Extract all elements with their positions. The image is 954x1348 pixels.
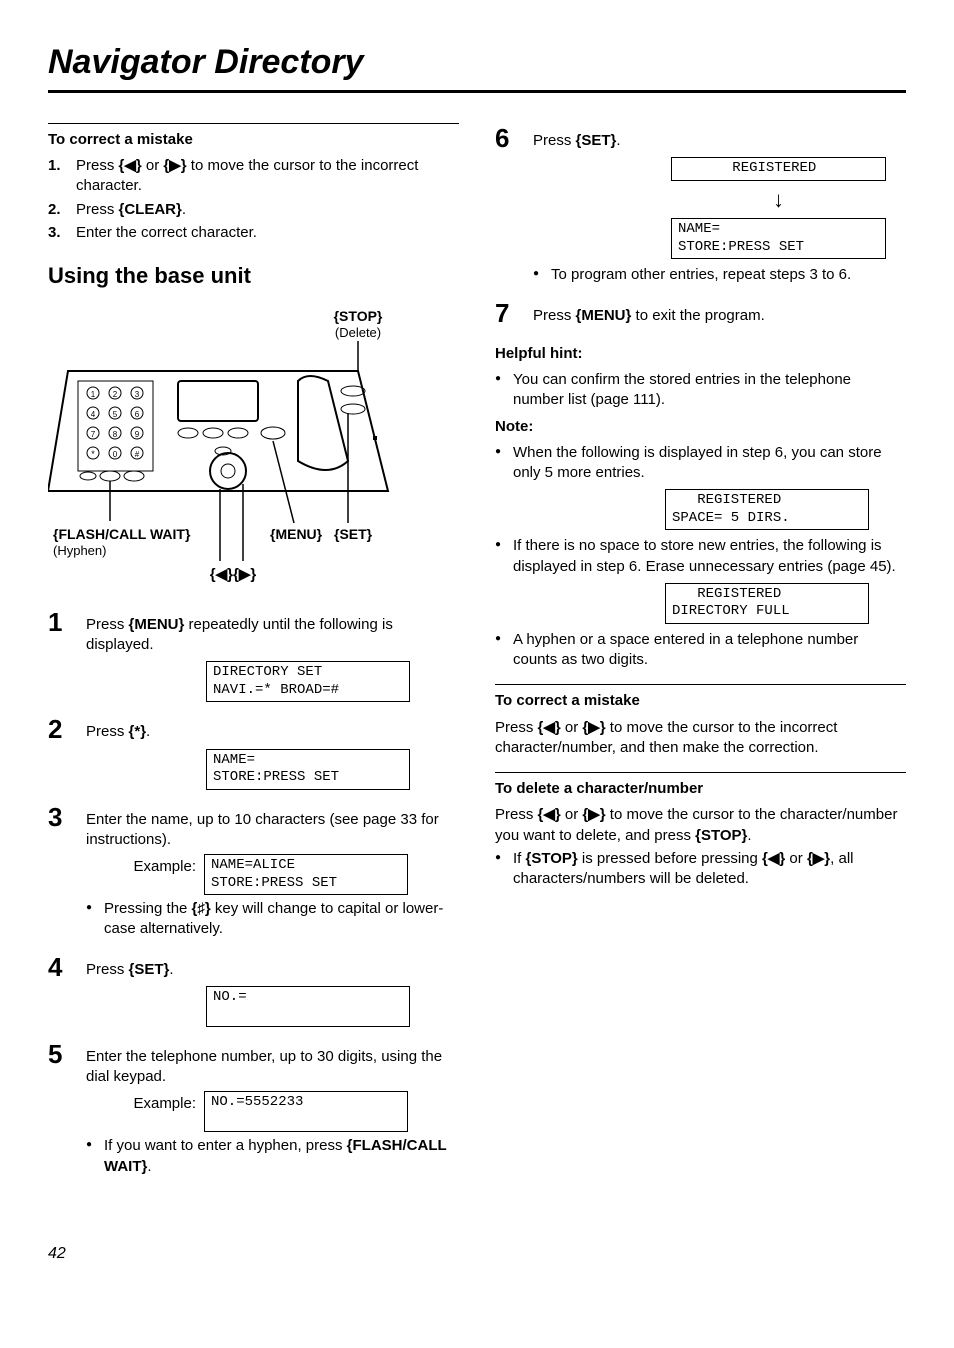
diagram-label-flash: {FLASH/CALL WAIT}	[53, 526, 191, 542]
paragraph: Press {◀} or {▶} to move the cursor to t…	[495, 805, 906, 846]
bullet-item: You can confirm the stored entries in th…	[495, 370, 906, 411]
svg-text:4: 4	[91, 410, 96, 419]
example-label: Example:	[86, 1091, 196, 1114]
paragraph: Press {◀} or {▶} to move the cursor to t…	[495, 718, 906, 759]
bullet-item: Pressing the {♯} key will change to capi…	[86, 899, 459, 940]
step-text: Press {SET}.	[86, 961, 174, 978]
example-label: Example:	[86, 854, 196, 877]
step-number-large: 3	[48, 804, 70, 946]
diagram-label-stop: {STOP}	[334, 308, 383, 324]
svg-text:3: 3	[135, 390, 140, 399]
lcd-display: DIRECTORY SET NAVI.=* BROAD=#	[206, 661, 410, 702]
down-arrow-icon: ↓	[671, 185, 886, 215]
step-number-large: 1	[48, 609, 70, 709]
heading-base-unit: Using the base unit	[48, 261, 459, 291]
bullet-item: A hyphen or a space entered in a telepho…	[495, 630, 906, 671]
step-number-large: 4	[48, 954, 70, 1033]
lcd-display: REGISTERED DIRECTORY FULL	[665, 583, 869, 624]
lcd-display: NAME= STORE:PRESS SET	[206, 749, 410, 790]
step-text: Enter the name, up to 10 characters (see…	[86, 811, 439, 848]
svg-text:*: *	[91, 449, 95, 459]
step-number-large: 5	[48, 1041, 70, 1183]
bullet-item: If {STOP} is pressed before pressing {◀}…	[495, 849, 906, 890]
diagram-label-delete: (Delete)	[335, 325, 381, 340]
svg-text:1: 1	[91, 390, 96, 399]
step-1: 1 Press {MENU} repeatedly until the foll…	[48, 609, 459, 709]
page-number: 42	[48, 1243, 459, 1265]
subhead-delete-char: To delete a character/number	[495, 779, 906, 799]
lcd-display: NO.=5552233	[204, 1091, 408, 1132]
svg-text:6: 6	[135, 410, 140, 419]
svg-text:7: 7	[91, 430, 96, 439]
svg-text:9: 9	[135, 430, 140, 439]
diagram-label-hyphen: (Hyphen)	[53, 543, 106, 558]
step-4: 4 Press {SET}. NO.=	[48, 954, 459, 1033]
svg-text:5: 5	[113, 410, 118, 419]
step-3: 3 Enter the name, up to 10 characters (s…	[48, 804, 459, 946]
helpful-hint-head: Helpful hint:	[495, 344, 906, 364]
step-6: 6 Press {SET}. REGISTERED ↓ NAME= STORE:…	[495, 125, 906, 292]
bullet-item: To program other entries, repeat steps 3…	[533, 265, 906, 285]
svg-text:2: 2	[113, 390, 118, 399]
diagram-label-menu: {MENU}	[270, 526, 323, 542]
note-head: Note:	[495, 417, 906, 437]
subhead-correct-mistake-2: To correct a mistake	[495, 691, 906, 711]
step-number: 2.	[48, 200, 66, 220]
subhead-correct-mistake: To correct a mistake	[48, 130, 459, 150]
right-column: 6 Press {SET}. REGISTERED ↓ NAME= STORE:…	[495, 117, 906, 1265]
step-text: Press {*}.	[86, 723, 150, 740]
lcd-display: REGISTERED	[671, 157, 886, 181]
lcd-display: NAME= STORE:PRESS SET	[671, 218, 886, 259]
step-text: Enter the correct character.	[76, 223, 257, 243]
diagram-label-set: {SET}	[334, 526, 373, 542]
step-number-large: 7	[495, 300, 517, 326]
step-2: 2 Press {*}. NAME= STORE:PRESS SET	[48, 716, 459, 795]
left-column: To correct a mistake 1. Press {◀} or {▶}…	[48, 117, 459, 1265]
step-text: Press {CLEAR}.	[76, 200, 186, 220]
diagram-label-arrows: {◀}{▶}	[210, 566, 257, 583]
lcd-display: NAME=ALICE STORE:PRESS SET	[204, 854, 408, 895]
bullet-item: When the following is displayed in step …	[495, 443, 906, 484]
bullet-item: If you want to enter a hyphen, press {FL…	[86, 1136, 459, 1177]
svg-text:#: #	[135, 450, 140, 459]
base-unit-diagram: {STOP} (Delete) 1 2 3 4 5 6 7	[48, 301, 459, 601]
step-number: 1.	[48, 156, 66, 197]
step-number: 3.	[48, 223, 66, 243]
step-text: Press {◀} or {▶} to move the cursor to t…	[76, 156, 459, 197]
step-5: 5 Enter the telephone number, up to 30 d…	[48, 1041, 459, 1183]
bullet-item: If there is no space to store new entrie…	[495, 536, 906, 577]
svg-text:0: 0	[113, 450, 118, 459]
svg-text:8: 8	[113, 430, 118, 439]
step-text: Press {MENU} repeatedly until the follow…	[86, 616, 393, 653]
step-7: 7 Press {MENU} to exit the program.	[495, 300, 906, 326]
step-number-large: 6	[495, 125, 517, 292]
step-text: Press {MENU} to exit the program.	[533, 307, 765, 324]
step-text: Press {SET}.	[533, 132, 621, 149]
step-number-large: 2	[48, 716, 70, 795]
step-text: Enter the telephone number, up to 30 dig…	[86, 1048, 442, 1085]
lcd-display: REGISTERED SPACE= 5 DIRS.	[665, 489, 869, 530]
correct-mistake-steps: 1. Press {◀} or {▶} to move the cursor t…	[48, 156, 459, 243]
lcd-display: NO.=	[206, 986, 410, 1027]
page-title: Navigator Directory	[48, 40, 906, 93]
